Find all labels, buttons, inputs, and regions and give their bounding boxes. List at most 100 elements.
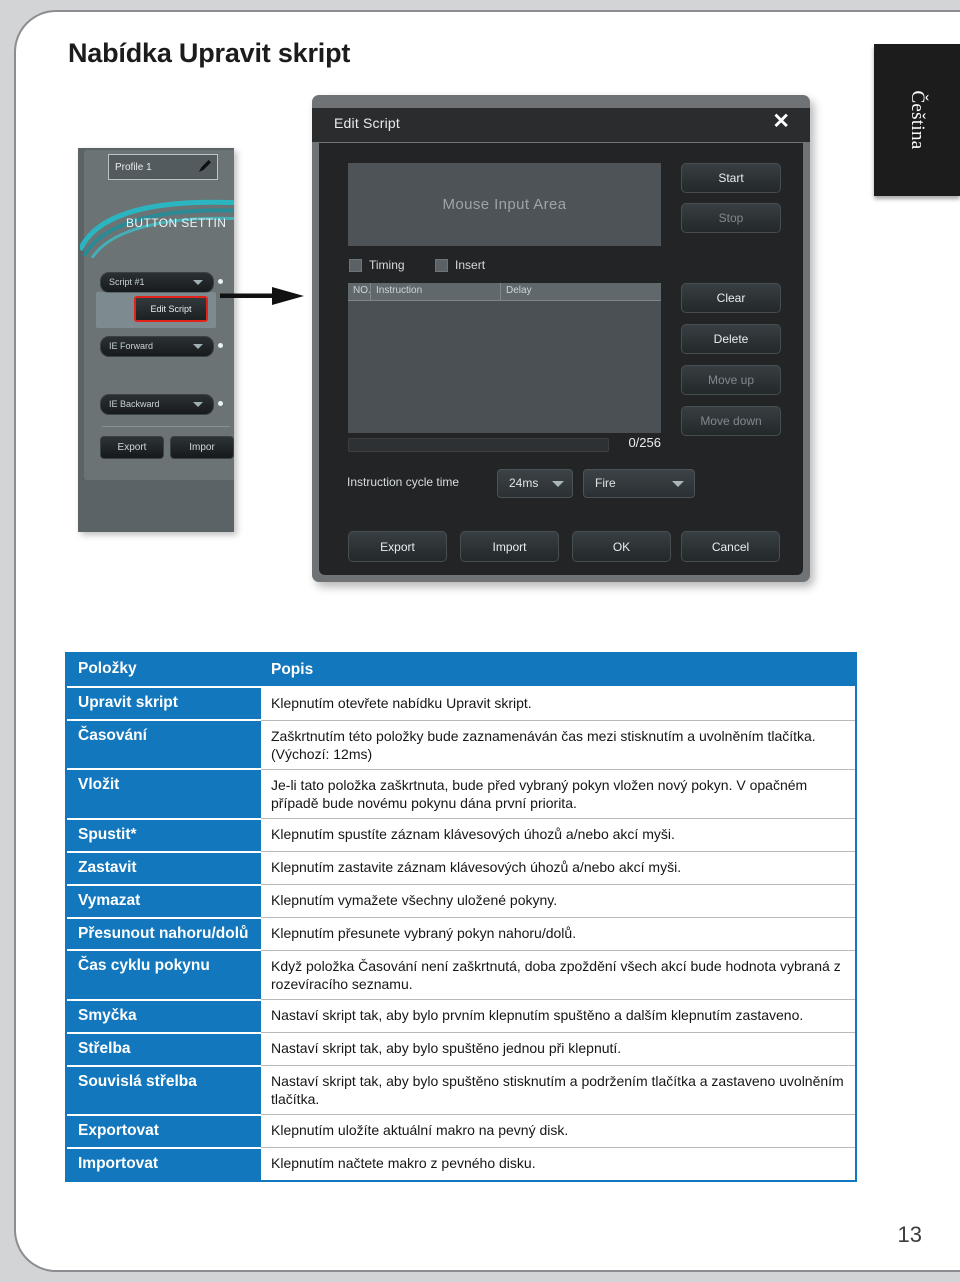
checkbox-box-icon bbox=[435, 258, 449, 272]
checkbox-insert[interactable]: Insert bbox=[435, 258, 485, 272]
table-row: Přesunout nahoru/dolů Klepnutím přesunete… bbox=[67, 917, 855, 952]
clear-label: Clear bbox=[716, 291, 746, 305]
move-down-button[interactable]: Move down bbox=[681, 406, 781, 436]
button-settings-title: BUTTON SETTIN bbox=[126, 216, 227, 230]
mode-dropdown[interactable]: Fire bbox=[583, 469, 695, 498]
page-title: Nabídka Upravit skript bbox=[68, 38, 351, 68]
stop-button[interactable]: Stop bbox=[681, 203, 781, 233]
table-cell-item: Střelba bbox=[67, 1032, 261, 1067]
table-cell-desc: Je-li tato položka zaškrtnuta, bude před… bbox=[261, 769, 855, 820]
column-divider bbox=[500, 283, 501, 300]
table-cell-desc: Nastaví skript tak, aby bylo spuštěno je… bbox=[261, 1032, 855, 1067]
table-cell-desc: Klepnutím spustíte záznam klávesových úh… bbox=[261, 818, 855, 853]
edit-script-label: Edit Script bbox=[150, 304, 192, 314]
stop-label: Stop bbox=[718, 211, 744, 225]
table-cell-desc: Zaškrtnutím této položky bude zaznamenáv… bbox=[261, 720, 855, 770]
pencil-icon[interactable] bbox=[199, 160, 211, 172]
table-cell-desc: Klepnutím vymažete všechny uložené pokyn… bbox=[261, 884, 855, 919]
table-row: Souvislá střelba Nastaví skript tak, aby … bbox=[67, 1065, 855, 1116]
table-cell-item: Upravit skript bbox=[67, 687, 261, 722]
description-table: Položky Popis Upravit skript Klepnutím otev… bbox=[65, 652, 857, 1182]
dialog-body: Mouse Input Area Timing Insert NO. Instr… bbox=[319, 143, 803, 575]
cycle-time-label: Instruction cycle time bbox=[347, 475, 460, 489]
checkbox-insert-label: Insert bbox=[455, 258, 486, 272]
instruction-list[interactable]: NO. Instruction Delay bbox=[348, 283, 661, 433]
dropdown-ie-forward[interactable]: IE Forward bbox=[100, 336, 214, 357]
table-row: Vymazat Klepnutím vymažete všechny uložen… bbox=[67, 884, 855, 919]
capacity-bar bbox=[348, 438, 609, 452]
move-up-button[interactable]: Move up bbox=[681, 365, 781, 395]
table-row: Smyčka Nastaví skript tak, aby bylo první… bbox=[67, 999, 855, 1034]
table-header-desc: Popis bbox=[261, 654, 855, 689]
chevron-down-icon bbox=[552, 481, 564, 487]
start-button[interactable]: Start bbox=[681, 163, 781, 193]
dialog-checkbox-row: Timing Insert bbox=[349, 258, 511, 277]
dialog-export-button[interactable]: Export bbox=[348, 531, 447, 562]
panel-export-label: Export bbox=[117, 442, 147, 453]
dialog-cancel-button[interactable]: Cancel bbox=[681, 531, 780, 562]
edit-script-dialog: Edit Script ✕ Mouse Input Area Timing In… bbox=[312, 95, 810, 582]
dialog-import-label: Import bbox=[492, 539, 527, 554]
cycle-time-row: Instruction cycle time 24ms Fire bbox=[347, 469, 695, 498]
panel-import-label: Impor bbox=[189, 442, 215, 453]
pointer-arrow-icon bbox=[220, 287, 304, 305]
page-sheet: Nabídka Upravit skript Profile 1 BUTTON … bbox=[14, 10, 960, 1272]
column-header-delay: Delay bbox=[506, 285, 532, 296]
table-cell-item: Vymazat bbox=[67, 884, 261, 919]
mouse-input-area-placeholder: Mouse Input Area bbox=[442, 196, 567, 213]
table-cell-item: Spustit* bbox=[67, 818, 261, 853]
move-down-label: Move down bbox=[700, 414, 762, 428]
mode-value: Fire bbox=[595, 476, 616, 490]
dialog-ok-button[interactable]: OK bbox=[572, 531, 671, 562]
panel-inner: Profile 1 BUTTON SETTIN Script #1 Edit S… bbox=[80, 150, 234, 480]
clear-button[interactable]: Clear bbox=[681, 283, 781, 313]
dropdown-script[interactable]: Script #1 bbox=[100, 272, 214, 293]
delete-button[interactable]: Delete bbox=[681, 324, 781, 354]
chevron-down-icon bbox=[193, 402, 203, 407]
table-row: Zastavit Klepnutím zastavite záznam kláve… bbox=[67, 851, 855, 886]
instruction-list-header: NO. Instruction Delay bbox=[348, 283, 661, 301]
dialog-import-button[interactable]: Import bbox=[460, 531, 559, 562]
move-up-label: Move up bbox=[707, 373, 755, 387]
profile-selector[interactable]: Profile 1 bbox=[108, 154, 218, 180]
table-cell-item: Importovat bbox=[67, 1147, 261, 1180]
table-row: Střelba Nastaví skript tak, aby bylo spuš… bbox=[67, 1032, 855, 1067]
page-number: 13 bbox=[897, 1222, 922, 1247]
checkbox-timing-label: Timing bbox=[369, 258, 405, 272]
table-cell-item: Časování bbox=[67, 720, 261, 771]
table-cell-item: Exportovat bbox=[67, 1114, 261, 1149]
table-header-row: Položky Popis bbox=[67, 654, 855, 689]
chevron-down-icon bbox=[672, 481, 684, 487]
dialog-ok-label: OK bbox=[612, 539, 631, 554]
panel-import-button[interactable]: Impor bbox=[170, 436, 234, 459]
language-tab-label: Čeština bbox=[907, 90, 928, 150]
column-divider bbox=[370, 283, 371, 300]
table-cell-item: Zastavit bbox=[67, 851, 261, 886]
table-cell-item: Vložit bbox=[67, 769, 261, 820]
close-icon[interactable]: ✕ bbox=[772, 111, 790, 132]
connector-dot bbox=[218, 279, 223, 284]
table-cell-item: Souvislá střelba bbox=[67, 1065, 261, 1116]
column-header-instruction: Instruction bbox=[376, 285, 423, 296]
checkbox-timing[interactable]: Timing bbox=[349, 258, 405, 272]
start-label: Start bbox=[718, 171, 744, 185]
table-row: Exportovat Klepnutím uložíte aktuální mak… bbox=[67, 1114, 855, 1149]
table-cell-desc: Klepnutím uložíte aktuální makro na pevn… bbox=[261, 1114, 855, 1149]
table-cell-item: Přesunout nahoru/dolů bbox=[67, 917, 261, 952]
panel-export-button[interactable]: Export bbox=[100, 436, 164, 459]
delete-label: Delete bbox=[713, 332, 749, 346]
checkbox-box-icon bbox=[349, 258, 362, 272]
profile-label: Profile 1 bbox=[115, 161, 152, 173]
table-cell-desc: Klepnutím přesunete vybraný pokyn nahoru… bbox=[261, 917, 855, 951]
mouse-input-area[interactable]: Mouse Input Area bbox=[348, 163, 661, 246]
cycle-time-dropdown[interactable]: 24ms bbox=[497, 469, 573, 498]
software-left-panel-screenshot: Profile 1 BUTTON SETTIN Script #1 Edit S… bbox=[78, 148, 234, 532]
table-cell-desc: Klepnutím otevřete nabídku Upravit skrip… bbox=[261, 687, 855, 721]
chevron-down-icon bbox=[193, 280, 203, 285]
cycle-time-value: 24ms bbox=[509, 476, 539, 490]
table-cell-desc: Klepnutím načtete makro z pevného disku. bbox=[261, 1147, 855, 1180]
edit-script-button[interactable]: Edit Script bbox=[134, 296, 208, 322]
dropdown-ie-backward[interactable]: IE Backward bbox=[100, 394, 214, 415]
table-cell-desc: Nastaví skript tak, aby bylo spuštěno st… bbox=[261, 1065, 855, 1116]
capacity-counter: 0/256 bbox=[628, 435, 661, 450]
